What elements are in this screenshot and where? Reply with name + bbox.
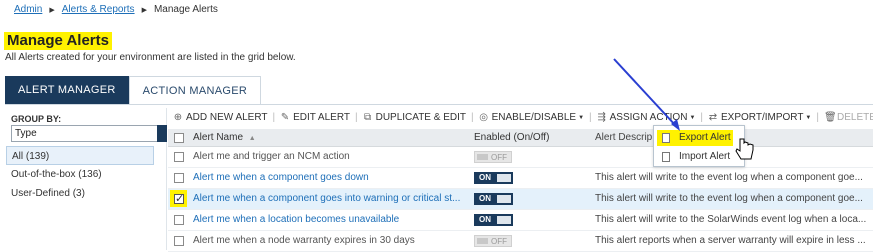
row-checkbox-checked[interactable]	[174, 192, 184, 205]
group-item-all[interactable]: All (139)	[6, 146, 154, 165]
caret-down-icon: ▼	[689, 114, 696, 121]
alert-name[interactable]: Alert me and trigger an NCM action	[193, 147, 468, 167]
export-import-label: EXPORT/IMPORT	[721, 112, 804, 123]
alert-description: This alert will write to the event log w…	[595, 172, 863, 183]
breadcrumb-current: Manage Alerts	[153, 4, 218, 15]
group-by-label: GROUP BY:	[11, 114, 62, 124]
chevron-down-icon[interactable]	[157, 125, 167, 142]
duplicate-edit-label: DUPLICATE & EDIT	[375, 112, 466, 123]
export-file-icon	[662, 133, 670, 143]
caret-down-icon: ▼	[578, 114, 585, 121]
grid-toolbar: ⊕ ADD NEW ALERT | ✎ EDIT ALERT | ⧉ DUPLI…	[170, 109, 873, 126]
alert-name-link[interactable]: Alert me when a component goes into warn…	[193, 189, 468, 209]
enabled-toggle[interactable]: ON	[474, 214, 513, 226]
duplicate-icon: ⧉	[364, 111, 372, 123]
select-all-checkbox[interactable]	[174, 132, 184, 143]
row-checkbox[interactable]	[174, 173, 184, 183]
page-title: Manage Alerts	[4, 32, 112, 50]
enabled-toggle[interactable]: ON	[474, 172, 513, 184]
caret-down-icon: ▼	[805, 114, 812, 121]
assign-action-icon: ⇶	[597, 111, 606, 123]
edit-alert-label: EDIT ALERT	[293, 112, 350, 123]
export-import-button[interactable]: ⇄ EXPORT/IMPORT ▼	[705, 112, 814, 123]
group-item-out-of-the-box[interactable]: Out-of-the-box (136)	[6, 165, 154, 184]
breadcrumb-separator-icon: ▶	[49, 6, 55, 14]
group-by-select[interactable]: Type	[11, 125, 167, 142]
tab-divider	[5, 104, 873, 105]
group-item-user-defined[interactable]: User-Defined (3)	[6, 184, 154, 203]
sort-ascending-icon: ▲	[248, 135, 256, 142]
alert-description: This alert will write to the SolarWinds …	[595, 214, 867, 225]
enable-disable-label: ENABLE/DISABLE	[491, 112, 577, 123]
tab-action-manager[interactable]: ACTION MANAGER	[128, 76, 262, 105]
alert-description: This alert reports when a server warrant…	[595, 235, 866, 246]
breadcrumb-alerts-reports-link[interactable]: Alerts & Reports	[62, 4, 135, 15]
enable-disable-button[interactable]: ◎ ENABLE/DISABLE ▼	[476, 112, 587, 123]
table-row-selected[interactable]: Alert me when a component goes into warn…	[168, 189, 873, 210]
toolbar-separator: |	[589, 112, 592, 123]
edit-alert-button[interactable]: ✎ EDIT ALERT	[277, 112, 353, 123]
delete-button[interactable]: 🗑 DELETE	[821, 112, 873, 123]
trash-icon: 🗑	[823, 111, 837, 123]
table-row[interactable]: Alert me when a node warranty expires in…	[168, 231, 873, 252]
column-header-enabled[interactable]: Enabled (On/Off)	[474, 129, 549, 146]
export-import-menu: Export Alert Import Alert	[653, 125, 745, 167]
menu-item-import-alert[interactable]: Import Alert	[657, 149, 737, 165]
enabled-toggle[interactable]: OFF	[474, 235, 512, 247]
row-checkbox[interactable]	[174, 236, 184, 246]
breadcrumb-admin-link[interactable]: Admin	[14, 4, 42, 15]
page-subtitle: All Alerts created for your environment …	[5, 52, 296, 63]
assign-action-button[interactable]: ⇶ ASSIGN ACTION ▼	[594, 112, 699, 123]
row-checkbox[interactable]	[174, 215, 184, 225]
alert-name-link[interactable]: Alert me when a location becomes unavail…	[193, 210, 468, 230]
breadcrumb-separator-icon: ▶	[141, 6, 147, 14]
column-header-alert-name[interactable]: Alert Name ▲	[193, 129, 468, 146]
duplicate-edit-button[interactable]: ⧉ DUPLICATE & EDIT	[360, 112, 469, 123]
table-row[interactable]: Alert me when a component goes down ON T…	[168, 168, 873, 189]
toolbar-separator: |	[700, 112, 703, 123]
export-import-icon: ⇄	[708, 111, 718, 123]
alerts-grid: Alert Name ▲ Enabled (On/Off) Alert Desc…	[168, 129, 873, 252]
table-row[interactable]: Alert me when a location becomes unavail…	[168, 210, 873, 231]
grid-header: Alert Name ▲ Enabled (On/Off) Alert Desc…	[168, 129, 873, 147]
row-checkbox[interactable]	[174, 152, 184, 162]
add-new-alert-label: ADD NEW ALERT	[186, 112, 268, 123]
assign-action-label: ASSIGN ACTION	[609, 112, 688, 123]
alert-name[interactable]: Alert me when a node warranty expires in…	[193, 231, 468, 251]
enabled-toggle[interactable]: OFF	[474, 151, 512, 163]
table-row[interactable]: Alert me and trigger an NCM action OFF	[168, 147, 873, 168]
group-list: All (139) Out-of-the-box (136) User-Defi…	[6, 146, 154, 203]
tab-alert-manager[interactable]: ALERT MANAGER	[5, 76, 129, 105]
pencil-icon: ✎	[280, 111, 290, 123]
enabled-toggle[interactable]: ON	[474, 193, 513, 205]
menu-item-export-alert[interactable]: Export Alert	[657, 130, 733, 146]
toolbar-separator: |	[816, 112, 819, 123]
group-by-panel: GROUP BY: Type All (139) Out-of-the-box …	[5, 108, 167, 250]
toolbar-separator: |	[272, 112, 276, 123]
delete-label: DELETE	[836, 112, 873, 123]
alert-description: This alert will write to the event log w…	[595, 193, 863, 204]
alert-name-link[interactable]: Alert me when a component goes down	[193, 168, 468, 188]
breadcrumb: Admin ▶ Alerts & Reports ▶ Manage Alerts	[14, 4, 218, 15]
toggle-icon: ◎	[479, 111, 488, 123]
add-circle-icon: ⊕	[173, 111, 183, 123]
toolbar-separator: |	[354, 112, 358, 123]
add-new-alert-button[interactable]: ⊕ ADD NEW ALERT	[170, 112, 271, 123]
import-file-icon	[662, 152, 670, 162]
group-by-select-value: Type	[15, 128, 37, 139]
toolbar-separator: |	[470, 112, 474, 123]
tab-bar: ALERT MANAGER ACTION MANAGER	[5, 76, 262, 105]
